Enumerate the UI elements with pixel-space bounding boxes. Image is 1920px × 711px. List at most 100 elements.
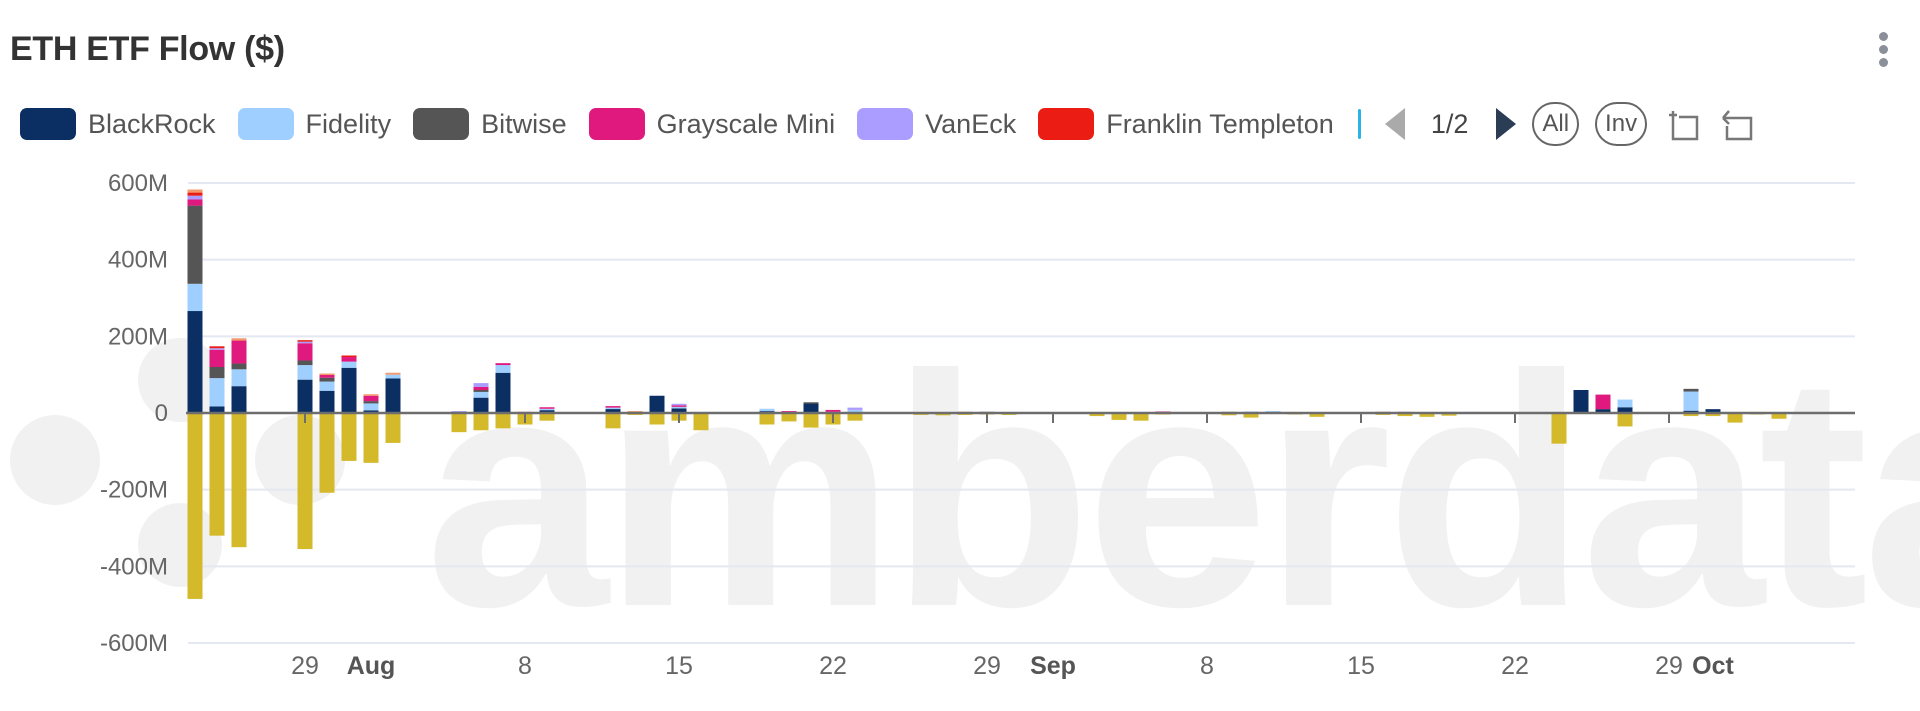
bar-segment-fidelity (539, 408, 555, 411)
bar-segment-fidelity (341, 361, 357, 368)
bar-segment-fidelity (473, 391, 489, 398)
x-tick-label: Aug (347, 652, 396, 680)
y-tick-label: 200M (108, 323, 168, 350)
kebab-dot (1878, 32, 1888, 41)
y-axis: 600M 400M 200M 0 -200M -400M -600M (100, 170, 168, 657)
bar-segment-grayscale-mini (1595, 394, 1611, 410)
legend-item-fidelity[interactable]: Fidelity (237, 108, 391, 140)
bar-segment-bitwise (1683, 388, 1699, 392)
bar-segment-bitwise (297, 360, 313, 366)
bar-segment-grayscale (1551, 413, 1567, 444)
y-tick-label: -400M (100, 553, 168, 580)
bar-segment-fidelity (385, 374, 401, 379)
bar-segment-grayscale-mini (605, 406, 621, 408)
bar-segment-fidelity (759, 408, 775, 412)
legend-swatch (237, 108, 294, 140)
bar-segment-grayscale-mini (539, 407, 555, 409)
bar-segment-others (385, 372, 401, 375)
bar-segment-grayscale-mini (209, 349, 225, 367)
legend-swatch (413, 108, 470, 140)
bar-segment-vaneck (187, 195, 203, 200)
legend-item-grayscale-mini[interactable]: Grayscale Mini (588, 108, 836, 140)
legend-label: Franklin Templeton (1106, 108, 1334, 139)
bar-segment-franklin-templeton (209, 346, 225, 349)
x-tick-label: 8 (1200, 652, 1214, 680)
bar-segment-grayscale-mini (319, 374, 335, 378)
bar-segment-vaneck (671, 403, 687, 406)
bar-segment-grayscale-mini (231, 340, 247, 364)
data-zoom-icon[interactable] (1665, 106, 1701, 142)
bar-segment-fidelity (605, 407, 621, 410)
legend-label: VanEck (925, 108, 1017, 139)
legend-swatch (588, 108, 645, 140)
x-tick-label: 8 (518, 652, 532, 680)
bar-segment-grayscale (495, 413, 511, 429)
bar-segment-grayscale (451, 413, 467, 433)
x-tick-label: 22 (1501, 652, 1529, 680)
bar-segment-grayscale (187, 413, 203, 599)
bar-segment-blackrock (495, 372, 511, 413)
bar-segment-bitwise (319, 377, 335, 382)
bar-segment-grayscale-mini (495, 363, 511, 366)
bar-segment-blackrock (473, 397, 489, 413)
bar-segment-blackrock (341, 367, 357, 413)
legend-item-vaneck[interactable]: VanEck (857, 108, 1016, 140)
kebab-menu-icon[interactable] (1874, 32, 1892, 72)
bar-chart: amberdata 600M400M200M0-200M-400M-600M 2… (10, 170, 1920, 680)
legend-swatch (1038, 108, 1095, 140)
chart-title: ETH ETF Flow ($) (10, 30, 285, 68)
bar-segment-grayscale (759, 413, 775, 425)
bar-segment-grayscale (693, 413, 709, 431)
legend-truncated-item (1357, 109, 1361, 139)
bar-segment-blackrock (649, 395, 665, 413)
bar-segment-blackrock (319, 390, 335, 413)
bar-segment-franklin-templeton (187, 192, 203, 196)
bar-segment-blackrock (231, 386, 247, 413)
bar-segment-grayscale (473, 413, 489, 431)
x-tick-label: 15 (665, 652, 693, 680)
legend-page-indicator: 1/2 (1430, 108, 1469, 139)
y-tick-label: -200M (100, 477, 168, 504)
legend-label: Bitwise (481, 108, 567, 139)
x-tick-label: 29 (973, 652, 1001, 680)
bar-segment-fidelity (495, 365, 511, 373)
invert-selection-button[interactable]: Inv (1595, 102, 1648, 146)
bar-segment-grayscale (341, 413, 357, 461)
bar-segment-grayscale (297, 413, 313, 550)
triangle-left-icon[interactable] (1384, 108, 1405, 140)
bar-segment-grayscale-mini (187, 199, 203, 206)
triangle-right-icon[interactable] (1496, 108, 1517, 140)
bar-segment-fidelity (187, 283, 203, 312)
bar-segment-grayscale (385, 413, 401, 443)
chart-legend: BlackRock Fidelity Bitwise Grayscale Min… (20, 102, 1755, 146)
legend-swatch (857, 108, 914, 140)
bar-segment-grayscale (1617, 413, 1633, 427)
bar-segment-others (319, 373, 335, 376)
x-tick-label: Oct (1692, 652, 1734, 680)
bar-segment-bitwise (473, 390, 489, 392)
bar-segment-others (187, 189, 203, 193)
bar-segment-grayscale (605, 413, 621, 429)
kebab-dot (1878, 45, 1888, 54)
bar-segment-vaneck (209, 348, 225, 350)
legend-item-blackrock[interactable]: BlackRock (20, 108, 216, 140)
select-all-button[interactable]: All (1532, 102, 1580, 146)
zoom-reset-icon[interactable] (1719, 106, 1755, 142)
bar-segment-grayscale-mini (341, 357, 357, 362)
bar-segment-bitwise (231, 363, 247, 370)
bar-segment-fidelity (209, 378, 225, 407)
bar-segment-bitwise (803, 402, 819, 404)
legend-swatch (20, 108, 76, 140)
bar-segment-grayscale-mini (825, 409, 841, 412)
watermark-logo-dot (138, 338, 222, 422)
legend-item-franklin-templeton[interactable]: Franklin Templeton (1038, 108, 1334, 140)
legend-item-bitwise[interactable]: Bitwise (413, 108, 567, 140)
bar-segment-fidelity (363, 403, 379, 411)
bar-segment-franklin-templeton (341, 355, 357, 358)
bar-segment-grayscale-mini (671, 405, 687, 407)
y-tick-label: 600M (108, 170, 168, 197)
x-tick-label: Sep (1030, 652, 1076, 680)
bar-segment-grayscale (319, 413, 335, 493)
legend-pager: 1/2 (1384, 108, 1517, 140)
legend-label: Grayscale Mini (656, 108, 836, 139)
